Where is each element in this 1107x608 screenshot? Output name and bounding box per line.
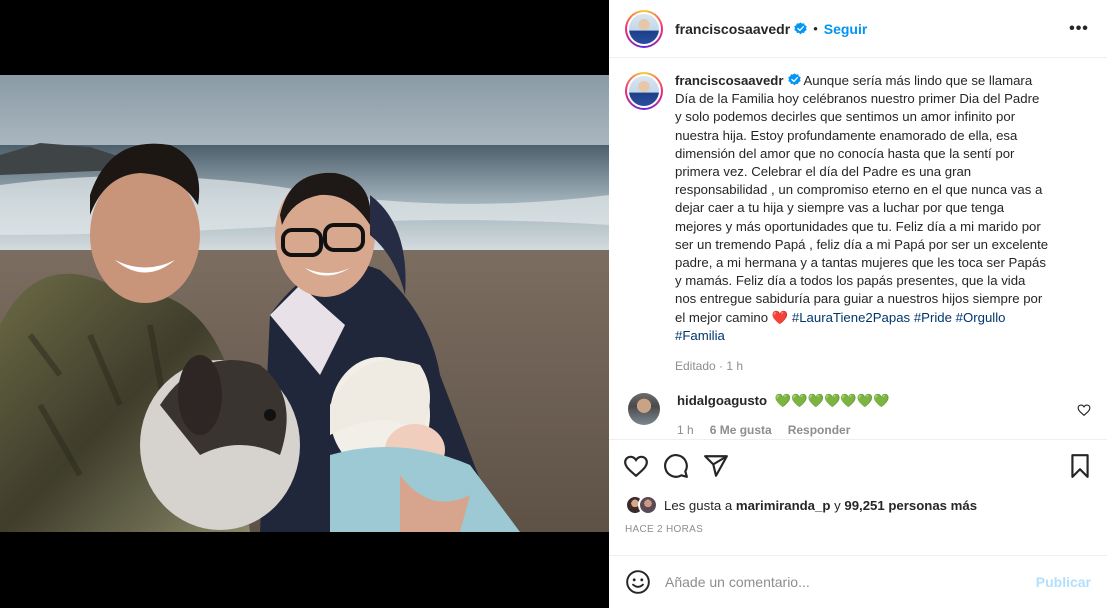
likes-first-user[interactable]: marimiranda_p: [736, 498, 831, 513]
post-photo[interactable]: [0, 75, 609, 532]
edited-meta: Editado · 1 h: [675, 359, 744, 374]
comment-username[interactable]: hidalgoagusto: [677, 393, 767, 408]
hashtag-pride[interactable]: #Pride: [914, 310, 952, 325]
likes-text: Les gusta a marimiranda_p y 99,251 perso…: [664, 498, 977, 513]
red-heart-emoji: ❤️: [771, 309, 789, 325]
comment-item: hidalgoagusto 💚💚💚💚💚💚💚 1 h 6 Me gusta Res…: [625, 393, 1091, 437]
comments-section[interactable]: franciscosaavedr Aunque sería más lindo …: [609, 58, 1107, 440]
likers-avatars[interactable]: [625, 495, 658, 515]
emoji-icon[interactable]: [625, 569, 651, 595]
add-comment-bar: Publicar: [609, 555, 1107, 608]
header-username[interactable]: franciscosaavedr: [675, 21, 790, 37]
comment-likes[interactable]: 6 Me gusta: [710, 423, 772, 437]
hashtag-orgullo[interactable]: #Orgullo: [956, 310, 1006, 325]
comment-meta: 1 h 6 Me gusta Responder: [677, 423, 890, 437]
family-beach-photo: [0, 75, 609, 532]
post-media: [0, 0, 609, 608]
share-icon[interactable]: [703, 453, 729, 479]
commenter-avatar[interactable]: [628, 393, 660, 426]
likes-connector: y: [834, 497, 841, 513]
profile-avatar[interactable]: [625, 9, 663, 48]
comment-input[interactable]: [665, 574, 1036, 590]
likes-summary: Les gusta a marimiranda_p y 99,251 perso…: [609, 492, 1107, 518]
caption-body: franciscosaavedr Aunque sería más lindo …: [675, 72, 1049, 345]
verified-icon: [794, 22, 807, 35]
separator-dot: •: [813, 21, 818, 36]
reply-button[interactable]: Responder: [788, 423, 851, 437]
more-icon[interactable]: •••: [1067, 17, 1091, 41]
likes-others-count[interactable]: 99,251 personas más: [844, 498, 977, 513]
comment-body: hidalgoagusto 💚💚💚💚💚💚💚 1 h 6 Me gusta Res…: [677, 393, 890, 437]
bookmark-icon[interactable]: [1067, 453, 1093, 479]
likes-prefix: Les gusta a: [664, 497, 733, 513]
publish-button[interactable]: Publicar: [1036, 574, 1091, 590]
heart-icon[interactable]: [623, 453, 649, 479]
caption-text: Aunque sería más lindo que se llamara Dí…: [675, 73, 1049, 325]
post-panel: franciscosaavedr • Seguir ••• franciscos…: [609, 0, 1107, 608]
comment-like-heart-icon[interactable]: [1077, 403, 1091, 417]
caption: franciscosaavedr Aunque sería más lindo …: [625, 72, 1091, 345]
post-time[interactable]: HACE 2 HORAS: [609, 518, 1107, 544]
caption-avatar[interactable]: [625, 72, 663, 110]
comment-time[interactable]: 1 h: [677, 423, 694, 437]
hashtag-familia[interactable]: #Familia: [675, 328, 725, 343]
post-header: franciscosaavedr • Seguir •••: [609, 0, 1107, 58]
comment-text: 💚💚💚💚💚💚💚: [774, 393, 890, 409]
action-bar: [609, 440, 1107, 492]
verified-icon: [787, 73, 801, 86]
follow-button[interactable]: Seguir: [824, 21, 868, 37]
caption-username[interactable]: franciscosaavedr: [675, 73, 784, 88]
comment-icon[interactable]: [663, 453, 689, 479]
hashtag-lauratiene2papas[interactable]: #LauraTiene2Papas: [792, 310, 910, 325]
